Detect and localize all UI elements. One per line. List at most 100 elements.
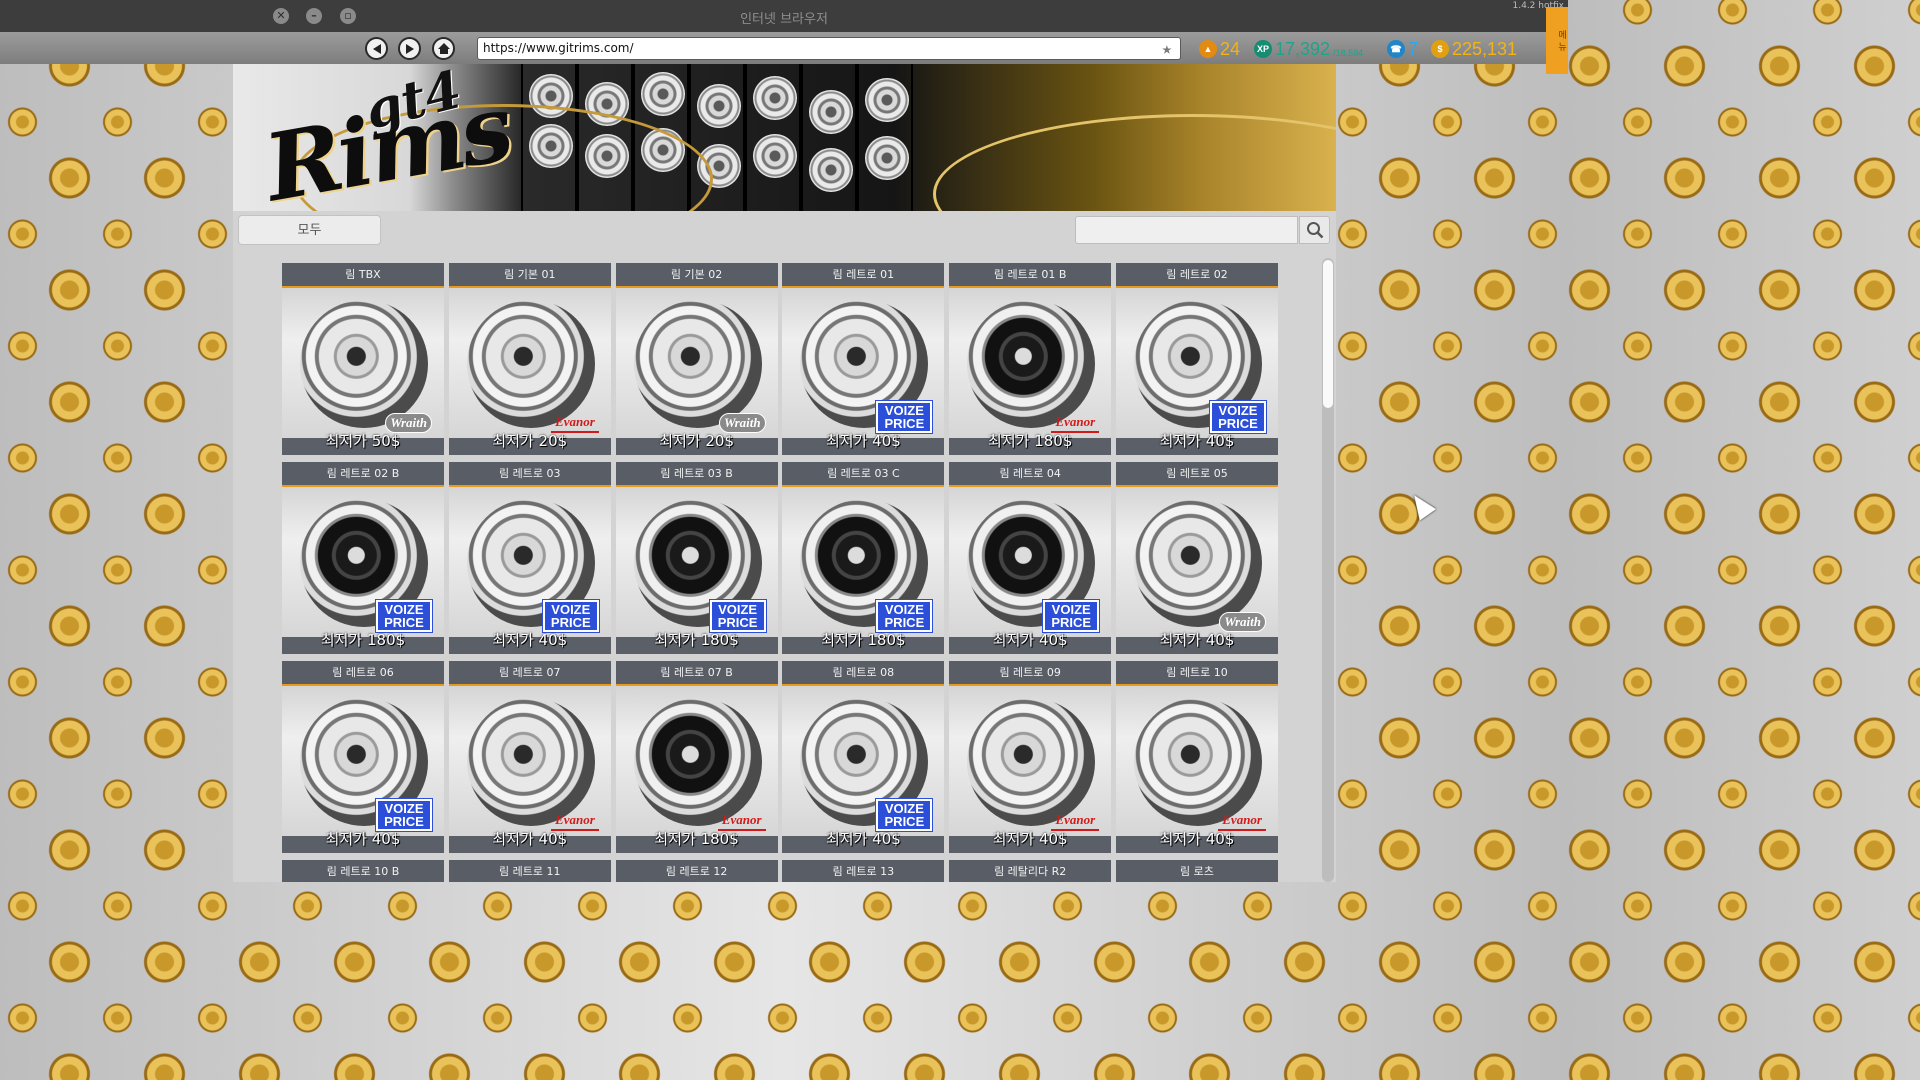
search-input[interactable]	[1075, 216, 1298, 244]
product-name: 림 레트로 03 B	[615, 462, 778, 487]
rim-image	[967, 300, 1096, 428]
product-card[interactable]: 림 TBX Wraith 최저가 50$	[282, 263, 444, 455]
product-price: 최저가 40$	[1159, 830, 1235, 848]
product-card[interactable]: 림 레트로 02 B VOIZE PRICE 최저가 180$	[282, 462, 444, 654]
product-name: 림 기본 01	[448, 263, 611, 288]
product-card[interactable]: 림 레트로 10 B	[282, 860, 444, 882]
side-menu-tab[interactable]: 메 뉴	[1546, 7, 1568, 74]
brand-logo: Evanor	[551, 413, 599, 433]
product-card[interactable]: 림 레트로 01 VOIZE PRICE 최저가 40$	[782, 263, 945, 455]
price-bar: 최저가 20$	[448, 434, 611, 455]
product-card[interactable]: 림 레트로 08 VOIZE PRICE 최저가 40$	[782, 661, 945, 853]
product-name: 림 레트로 04	[949, 462, 1112, 487]
product-card[interactable]: 림 레트로 07 B Evanor 최저가 180$	[615, 661, 778, 853]
product-price: 최저가 20$	[659, 432, 734, 450]
price-bar: 최저가 40$	[782, 832, 945, 853]
product-card[interactable]: 림 레탈리다 R2	[949, 860, 1112, 882]
forward-button[interactable]	[398, 37, 421, 60]
site-banner: gt4 Rims	[233, 64, 1336, 211]
product-card[interactable]: 림 레트로 11	[448, 860, 611, 882]
phone-value: 7	[1408, 38, 1419, 59]
bookmark-star-icon[interactable]: ★	[1162, 39, 1172, 59]
product-card[interactable]: 림 레트로 02 VOIZE PRICE 최저가 40$	[1115, 263, 1278, 455]
browser-toolbar: https://www.gitrims.com/ ★ ▲ 24 XP 17,39…	[0, 32, 1568, 64]
product-price: 최저가 50$	[325, 432, 401, 450]
brand-logo: Evanor	[551, 811, 599, 831]
forward-arrow-icon	[405, 43, 414, 54]
product-name: 림 레트로 07	[448, 661, 611, 686]
xp-stat: XP 17,392 /18,594	[1254, 38, 1363, 60]
dollar-icon: $	[1431, 40, 1449, 58]
product-card[interactable]: 림 레트로 07 Evanor 최저가 40$	[448, 661, 611, 853]
product-card[interactable]: 림 레트로 03 VOIZE PRICE 최저가 40$	[448, 462, 611, 654]
price-bar: 최저가 180$	[615, 633, 778, 654]
level-stat: ▲ 24	[1199, 38, 1240, 60]
xp-value: 17,392	[1275, 38, 1331, 59]
mouse-cursor-icon	[1405, 489, 1437, 521]
product-card[interactable]: 림 레트로 12	[615, 860, 778, 882]
product-price: 최저가 180$	[821, 631, 906, 649]
product-price: 최저가 40$	[492, 830, 568, 848]
brand-logo: Evanor	[1218, 811, 1266, 831]
product-card[interactable]: 림 레트로 09 Evanor 최저가 40$	[949, 661, 1112, 853]
product-grid: 림 TBX Wraith 최저가 50$ 림 기본 01 Evanor 최저가 20$ 림 …	[282, 263, 1278, 882]
scrollbar[interactable]	[1322, 258, 1334, 882]
brand-logo: Wraith	[718, 413, 766, 433]
product-card[interactable]: 림 기본 02 Wraith 최저가 20$	[615, 263, 778, 455]
product-name: 림 레트로 01	[782, 263, 945, 288]
product-name: 림 레트로 06	[282, 661, 444, 686]
filter-all-button[interactable]: 모두	[238, 215, 381, 245]
search-button[interactable]	[1299, 216, 1330, 244]
scrollbar-thumb[interactable]	[1323, 260, 1333, 408]
brand-logo: VOIZE PRICE	[1043, 600, 1100, 632]
product-card[interactable]: 림 레트로 03 C VOIZE PRICE 최저가 180$	[782, 462, 945, 654]
product-name: 림 기본 02	[615, 263, 778, 288]
brand-logo: VOIZE PRICE	[876, 600, 933, 632]
product-card[interactable]: 림 레트로 10 Evanor 최저가 40$	[1115, 661, 1278, 853]
product-name: 림 레트로 01 B	[949, 263, 1112, 288]
product-name: 림 레트로 10	[1115, 661, 1278, 686]
phone-stat: ☎ 7	[1387, 38, 1418, 60]
product-price: 최저가 20$	[492, 432, 568, 450]
product-card[interactable]: 림 레트로 01 B Evanor 최저가 180$	[949, 263, 1112, 455]
product-name: 림 레탈리다 R2	[949, 860, 1112, 882]
product-name: 림 레트로 02 B	[282, 462, 444, 487]
xp-icon: XP	[1254, 40, 1272, 58]
back-button[interactable]	[365, 37, 388, 60]
product-card[interactable]: 림 레트로 06 VOIZE PRICE 최저가 40$	[282, 661, 444, 853]
product-name: 림 레트로 02	[1115, 263, 1278, 288]
address-bar[interactable]: https://www.gitrims.com/ ★	[477, 37, 1181, 60]
url-text: https://www.gitrims.com/	[483, 41, 634, 55]
price-bar: 최저가 180$	[782, 633, 945, 654]
xp-max-value: /18,594	[1333, 48, 1364, 58]
price-bar: 최저가 40$	[1115, 434, 1278, 455]
product-name: 림 레트로 03	[448, 462, 611, 487]
home-button[interactable]	[432, 37, 455, 60]
price-bar: 최저가 40$	[1115, 832, 1278, 853]
product-price: 최저가 180$	[654, 830, 739, 848]
product-name: 림 레트로 10 B	[282, 860, 444, 882]
product-price: 최저가 180$	[988, 432, 1073, 450]
price-bar: 최저가 20$	[615, 434, 778, 455]
product-card[interactable]: 림 레트로 05 Wraith 최저가 40$	[1115, 462, 1278, 654]
brand-logo: VOIZE PRICE	[876, 401, 933, 433]
product-name: 림 레트로 11	[448, 860, 611, 882]
price-bar: 최저가 40$	[949, 633, 1112, 654]
product-card[interactable]: 림 로츠	[1115, 860, 1278, 882]
brand-logo: VOIZE PRICE	[1209, 401, 1266, 433]
price-bar: 최저가 180$	[282, 633, 444, 654]
web-page: gt4 Rims 모두 림 TBX Wraith 최저가 50$ 림 기본 01 Eva…	[233, 64, 1336, 882]
money-stat: $ 225,131	[1431, 38, 1517, 60]
home-icon	[437, 43, 450, 54]
product-card[interactable]: 림 기본 01 Evanor 최저가 20$	[448, 263, 611, 455]
price-bar: 최저가 180$	[949, 434, 1112, 455]
price-bar: 최저가 40$	[782, 434, 945, 455]
price-bar: 최저가 40$	[448, 832, 611, 853]
product-price: 최저가 40$	[992, 631, 1068, 649]
product-card[interactable]: 림 레트로 13	[782, 860, 945, 882]
product-price: 최저가 40$	[992, 830, 1068, 848]
product-name: 림 레트로 13	[782, 860, 945, 882]
product-card[interactable]: 림 레트로 04 VOIZE PRICE 최저가 40$	[949, 462, 1112, 654]
product-card[interactable]: 림 레트로 03 B VOIZE PRICE 최저가 180$	[615, 462, 778, 654]
rim-image	[967, 698, 1096, 826]
